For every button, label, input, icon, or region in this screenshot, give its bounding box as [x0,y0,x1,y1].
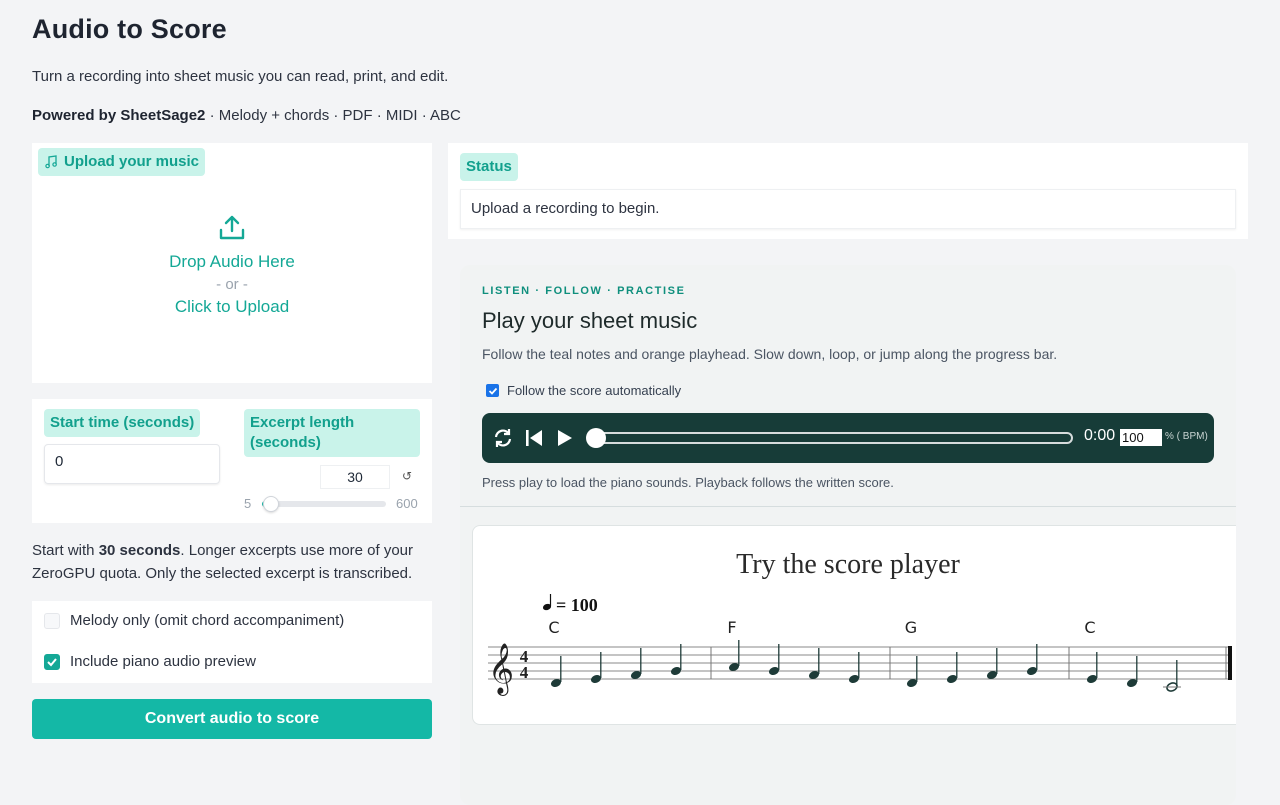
bpm-unit: % ( BPM) [1165,431,1208,442]
piano-preview-label: Include piano audio preview [70,653,256,670]
player-eyebrow: LISTEN · FOLLOW · PRACTISE [482,285,686,297]
powered-by-label: Powered by SheetSage2 [32,107,206,124]
follow-score-checkbox[interactable] [486,384,499,397]
page-title: Audio to Score [32,14,227,44]
or-separator: - or - [216,276,248,293]
treble-clef: 𝄞 [488,643,514,696]
notes [550,640,1181,692]
excerpt-length-input[interactable]: 30 [320,465,390,489]
score-player-panel: LISTEN · FOLLOW · PRACTISE Play your she… [460,265,1236,805]
piano-preview-option[interactable]: Include piano audio preview [44,653,256,670]
time-signature-bottom: 4 [520,663,529,682]
upload-panel: Upload your music Drop Audio Here - or -… [32,143,432,383]
start-time-input[interactable]: 0 [44,444,220,484]
convert-button[interactable]: Convert audio to score [32,699,432,739]
playback-note: Press play to load the piano sounds. Pla… [482,475,894,490]
chord-symbol: F [727,618,736,637]
format-list: · Melody + chords · PDF · MIDI · ABC [205,107,461,124]
hint-prefix: Start with [32,542,99,559]
upload-label-text: Upload your music [64,153,200,170]
slider-max-label: 600 [396,496,418,511]
playback-time: 0:00 [1084,427,1116,444]
player-title: Play your sheet music [482,308,698,333]
upload-icon [219,215,245,240]
powered-by-line: Powered by SheetSage2 · Melody + chords … [32,107,461,124]
chord-symbol: C [1084,618,1095,637]
score-staff: = 100 C F G C 𝄞 4 4 [488,594,1232,696]
follow-score-label: Follow the score automatically [507,383,682,398]
check-icon [488,387,497,395]
chord-symbol: G [905,618,917,637]
check-icon [47,657,57,666]
divider [460,506,1236,507]
excerpt-length-label: Excerpt length (seconds) [244,409,420,457]
status-label: Status [460,153,518,181]
progress-bar[interactable] [589,432,1073,444]
options-panel: Melody only (omit chord accompaniment) I… [32,601,432,683]
slider-min-label: 5 [244,496,252,511]
follow-score-option[interactable]: Follow the score automatically [486,383,681,398]
score-title: Try the score player [736,549,960,580]
progress-handle[interactable] [586,428,606,448]
music-note-icon [45,155,57,169]
piano-preview-checkbox[interactable] [44,653,60,670]
reset-icon[interactable]: ↺ [402,469,412,483]
chord-symbol: C [548,618,559,637]
melody-only-label: Melody only (omit chord accompaniment) [70,612,345,629]
tempo-text: = 100 [556,595,598,615]
excerpt-hint: Start with 30 seconds. Longer excerpts u… [32,539,442,585]
transport-bar: 0:00 100 % ( BPM) [482,413,1214,463]
melody-only-option[interactable]: Melody only (omit chord accompaniment) [44,612,344,629]
upload-label: Upload your music [38,148,206,176]
status-message: Upload a recording to begin. [460,189,1236,229]
bpm-input[interactable]: 100 [1120,429,1162,446]
player-description: Follow the teal notes and orange playhea… [482,346,1058,362]
start-time-label: Start time (seconds) [44,409,201,437]
audio-dropzone[interactable]: Drop Audio Here - or - Click to Upload [32,213,432,317]
tempo-marking: = 100 [542,594,598,615]
status-panel: Status Upload a recording to begin. [448,143,1248,239]
melody-only-checkbox[interactable] [44,612,60,629]
page-subtitle: Turn a recording into sheet music you ca… [32,68,449,85]
excerpt-slider-track[interactable] [262,501,386,507]
play-icon[interactable] [553,427,575,449]
final-barline [1228,646,1232,680]
drop-audio-text: Drop Audio Here [169,252,295,271]
skip-back-icon[interactable] [523,427,545,449]
click-upload-text[interactable]: Click to Upload [32,297,432,317]
hint-bold: 30 seconds [98,542,181,559]
loop-icon[interactable] [492,427,514,449]
